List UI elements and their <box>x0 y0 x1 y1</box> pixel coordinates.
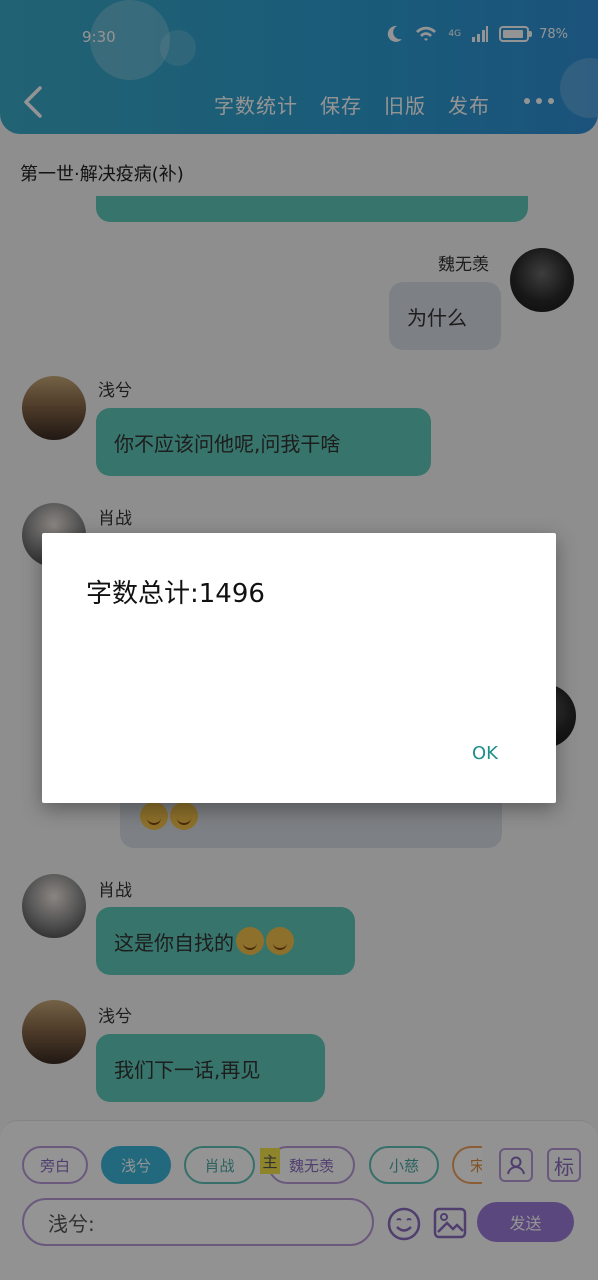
ok-button[interactable]: OK <box>472 743 498 764</box>
word-count-dialog: 字数总计:1496 OK <box>42 533 556 803</box>
dialog-message: 字数总计:1496 <box>86 579 265 609</box>
